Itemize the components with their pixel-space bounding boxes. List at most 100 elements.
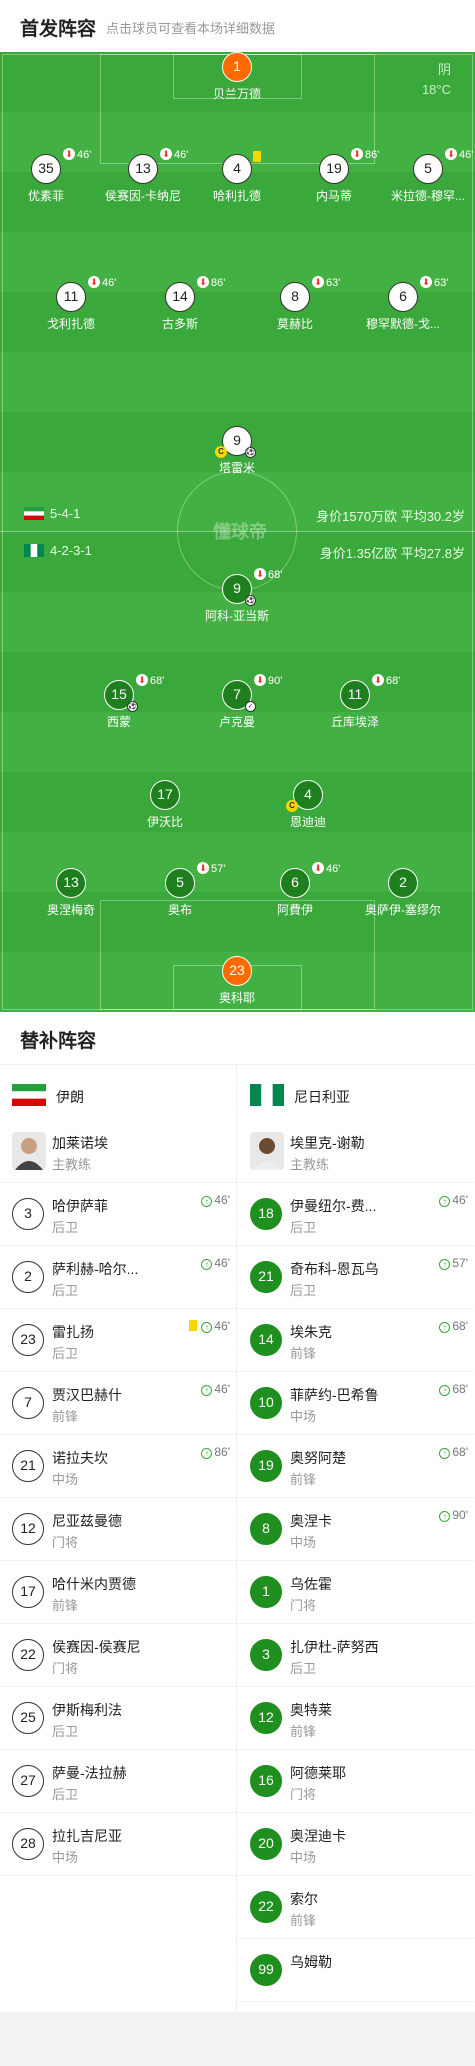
home-player[interactable]: 5 米拉德-穆罕... ⬇ 46' (373, 148, 475, 214)
sub-name: 阿德莱耶 (290, 1765, 346, 1781)
away-player[interactable]: 5 奥布 ⬇ 57' (125, 862, 235, 928)
home-player[interactable]: 35 优素菲 ⬇ 46' (0, 148, 101, 214)
away-player[interactable]: 11 丘库埃泽 ⬇ 68' (300, 674, 410, 740)
away-sub-row[interactable]: 99 乌姆勒 (238, 1939, 474, 2002)
sub-position: 门将 (52, 1535, 79, 1550)
sub-off-marker: ⬇ 63' (312, 276, 340, 289)
sub-minute: 68' (386, 675, 401, 687)
home-sub-row[interactable]: 22 侯赛因-侯赛尼 门将 (0, 1624, 236, 1687)
sub-name: 加莱诺埃 (52, 1135, 108, 1151)
sub-on-marker: ↑ 90' (439, 1508, 468, 1522)
away-sub-row[interactable]: 3 扎伊杜-萨努西 后卫 (238, 1624, 474, 1687)
away-player[interactable]: 9 阿科-亚当斯 ⬇ 68' ⚽ (182, 568, 292, 634)
sub-on-marker: ↑ 86' (201, 1445, 230, 1459)
sub-jersey-number: 17 (12, 1576, 44, 1608)
jersey-number: 6 (388, 282, 418, 312)
home-sub-row[interactable]: 25 伊斯梅利法 后卫 (0, 1687, 236, 1750)
away-sub-row[interactable]: 10 菲萨约-巴希鲁 中场 ↑ 68' (238, 1372, 474, 1435)
sub-out-icon: ⬇ (160, 148, 172, 160)
home-info-bar: 5-4-1 身价1570万欧 平均30.2岁 (0, 504, 475, 524)
away-player[interactable]: 6 阿費伊 ⬇ 46' (240, 862, 350, 928)
home-player[interactable]: 8 莫赫比 ⬇ 63' (240, 276, 350, 342)
sub-in-icon: ↑ (439, 1448, 451, 1459)
home-sub-row[interactable]: 12 尼亚兹曼德 门将 (0, 1498, 236, 1561)
player-name: 卢克曼 (218, 715, 255, 729)
sub-minute: 68' (268, 569, 283, 581)
away-sub-row[interactable]: 1 乌佐霍 门将 (238, 1561, 474, 1624)
sub-on-marker: ↑ 46' (201, 1256, 230, 1270)
lineup-subtitle: 点击球员可查看本场详细数据 (106, 21, 276, 36)
away-player[interactable]: 2 奥萨伊-塞缪尔 (348, 868, 458, 928)
sub-name: 贾汉巴赫什 (52, 1387, 122, 1403)
away-sub-row[interactable]: 14 埃朱克 前锋 ↑ 68' (238, 1309, 474, 1372)
away-sub-row[interactable]: 19 奥努阿楚 前锋 ↑ 68' (238, 1435, 474, 1498)
sub-minute: 63' (326, 277, 341, 289)
player-name: 戈利扎德 (46, 317, 95, 331)
home-sub-row[interactable]: 21 诺拉夫坎 中场 ↑ 86' (0, 1435, 236, 1498)
away-sub-row[interactable]: 8 奥涅卡 中场 ↑ 90' (238, 1498, 474, 1561)
sub-jersey-number: 7 (12, 1387, 44, 1419)
away-sub-row[interactable]: 21 奇布科-恩瓦乌 后卫 ↑ 57' (238, 1246, 474, 1309)
sub-position: 门将 (52, 1661, 79, 1676)
away-player[interactable]: 23 奥科耶 (182, 956, 292, 1012)
home-team-header: 伊朗 (0, 1064, 236, 1120)
away-player[interactable]: 13 奥涅梅奇 (16, 868, 126, 928)
home-player[interactable]: 6 穆罕默德-戈... ⬇ 63' (348, 276, 458, 342)
home-player[interactable]: 14 古多斯 ⬇ 86' (125, 276, 235, 342)
sub-on-minute: 90' (452, 1508, 468, 1522)
sub-on-minute: 57' (452, 1256, 468, 1270)
sub-on-minute: 68' (452, 1445, 468, 1459)
sub-minute: 86' (211, 277, 226, 289)
home-sub-row[interactable]: 2 萨利赫-哈尔... 后卫 ↑ 46' (0, 1246, 236, 1309)
sub-name: 菲萨约-巴希鲁 (290, 1387, 379, 1403)
home-sub-row[interactable]: 7 贾汉巴赫什 前锋 ↑ 46' (0, 1372, 236, 1435)
home-player[interactable]: 11 戈利扎德 ⬇ 46' (16, 276, 126, 342)
away-player[interactable]: 4 恩迪迪 C (253, 780, 363, 840)
jersey-number: 4 (222, 154, 252, 184)
jersey-number: 14 (165, 282, 195, 312)
lineup-title: 首发阵容 (20, 19, 97, 40)
player-name: 米拉德-穆罕... (391, 189, 465, 203)
sub-on-minute: 46' (214, 1319, 230, 1333)
home-player[interactable]: 1 贝兰万德 (182, 52, 292, 112)
away-sub-row[interactable]: 12 奥特莱 前锋 (238, 1687, 474, 1750)
home-sub-row[interactable]: 3 哈伊萨菲 后卫 ↑ 46' (0, 1183, 236, 1246)
sub-position: 后卫 (52, 1283, 79, 1298)
jersey-number: 5 (413, 154, 443, 184)
jersey-number: 11 (340, 680, 370, 710)
sub-off-marker: ⬇ 46' (445, 148, 473, 161)
away-coach-row[interactable]: 埃里克-谢勒 主教练 (238, 1120, 474, 1183)
sub-position: 主教练 (52, 1157, 92, 1172)
jersey-number: 35 (31, 154, 61, 184)
sub-jersey-number: 1 (250, 1576, 282, 1608)
away-sub-row[interactable]: 22 索尔 前锋 (238, 1876, 474, 1939)
away-player[interactable]: 17 伊沃比 (110, 780, 220, 840)
home-player[interactable]: 9 塔雷米 C ⚽ (182, 426, 292, 486)
player-name: 奥萨伊-塞缪尔 (365, 903, 441, 917)
player-name: 奥涅梅奇 (46, 903, 95, 917)
away-team-name: 尼日利亚 (294, 1089, 350, 1105)
sub-in-icon: ↑ (201, 1385, 213, 1396)
sub-on-marker: ↑ 68' (439, 1445, 468, 1459)
sub-on-marker: ↑ 57' (439, 1256, 468, 1270)
away-sub-row[interactable]: 20 奥涅迪卡 中场 (238, 1813, 474, 1876)
yellow-card-icon (189, 1320, 198, 1331)
player-name: 阿科-亚当斯 (205, 609, 269, 623)
home-sub-row[interactable]: 28 拉扎吉尼亚 中场 (0, 1813, 236, 1876)
away-player[interactable]: 7 卢克曼 ⬇ 90' ✓ (182, 674, 292, 740)
sub-position: 门将 (290, 1598, 317, 1613)
sub-jersey-number: 22 (12, 1639, 44, 1671)
home-coach-row[interactable]: 加莱诺埃 主教练 (0, 1120, 236, 1183)
sub-position: 后卫 (52, 1787, 79, 1802)
home-player[interactable]: 4 哈利扎德 (182, 151, 292, 214)
sub-jersey-number: 3 (12, 1198, 44, 1230)
home-sub-row[interactable]: 23 雷扎扬 后卫 ↑ 46' (0, 1309, 236, 1372)
sub-on-marker: ↑ 46' (201, 1382, 230, 1396)
away-sub-row[interactable]: 18 伊曼纽尔-费... 后卫 ↑ 46' (238, 1183, 474, 1246)
player-name: 塔雷米 (218, 461, 255, 475)
away-sub-row[interactable]: 16 阿德莱耶 门将 (238, 1750, 474, 1813)
home-sub-row[interactable]: 27 萨曼-法拉赫 后卫 (0, 1750, 236, 1813)
home-sub-row[interactable]: 17 哈什米内贾德 前锋 (0, 1561, 236, 1624)
away-player[interactable]: 15 西蒙 ⬇ 68' ⚽ (64, 674, 174, 740)
sub-jersey-number: 25 (12, 1702, 44, 1734)
